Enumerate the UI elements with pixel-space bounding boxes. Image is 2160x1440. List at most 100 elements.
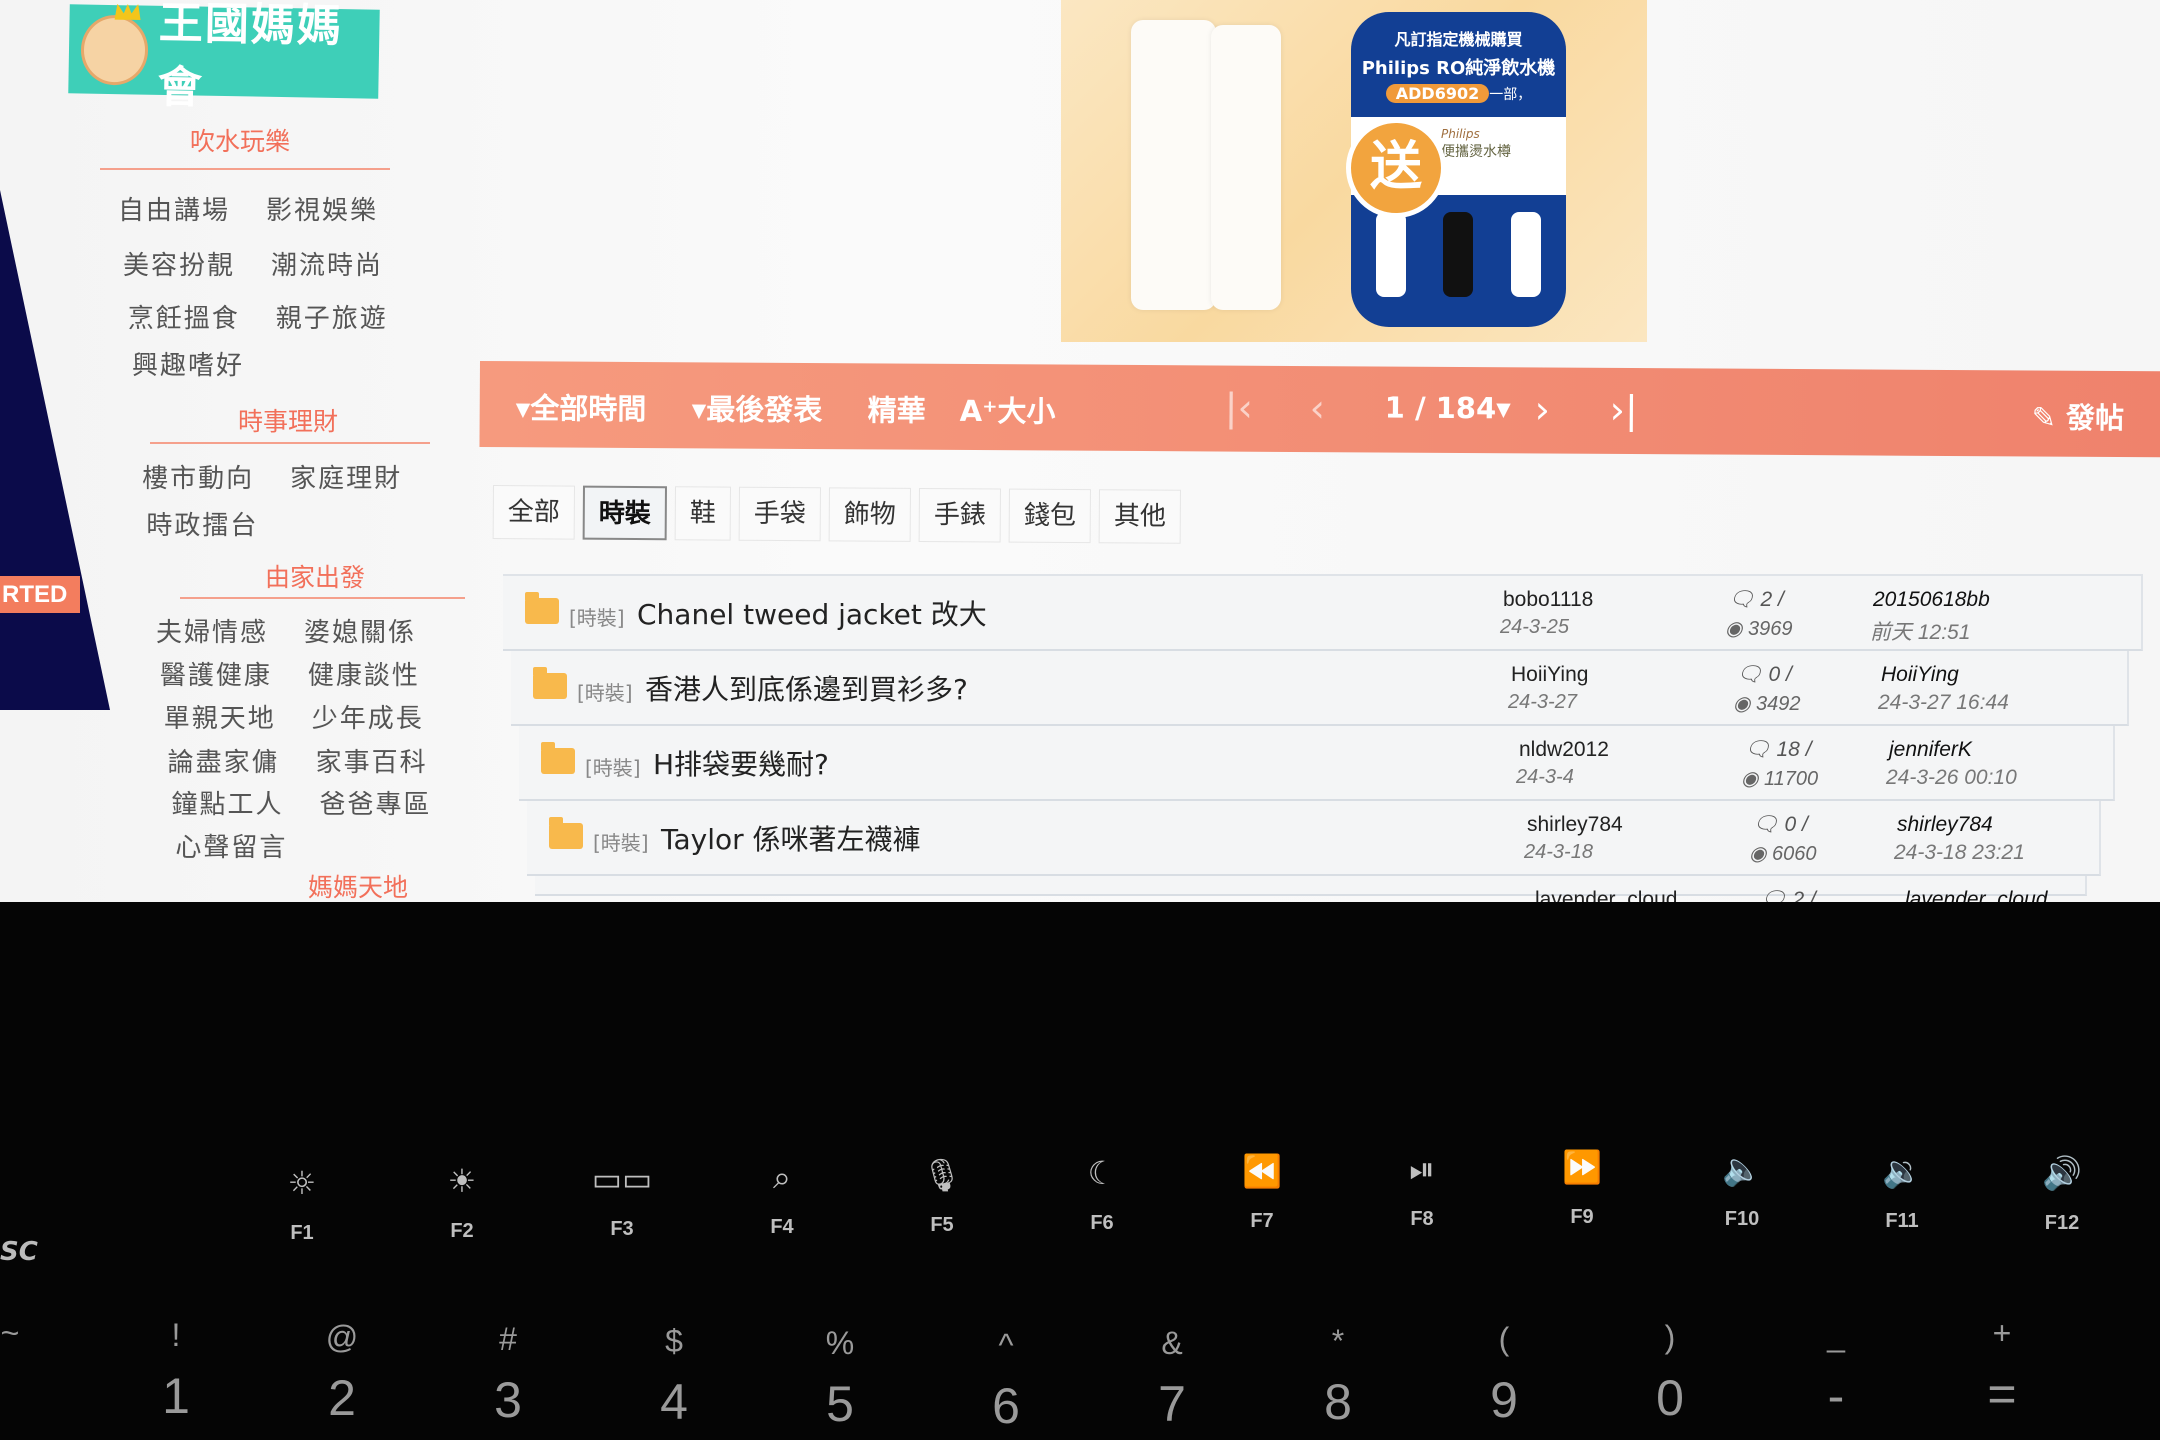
key-8[interactable]: * 8: [1303, 1323, 1373, 1431]
sidebar-item[interactable]: 家事百科: [316, 742, 428, 779]
last-reply-user[interactable]: jenniferK: [1889, 738, 1972, 762]
key-shift-symbol: (: [1498, 1321, 1510, 1357]
get-started-badge[interactable]: RTED: [0, 576, 80, 613]
key-5[interactable]: % 5: [805, 1325, 875, 1433]
last-reply-user[interactable]: HoiiYing: [1881, 663, 1959, 687]
key-f11[interactable]: 🔉 F11: [1862, 1152, 1942, 1233]
thread-author[interactable]: shirley784: [1527, 813, 1623, 837]
key-f4[interactable]: ⌕ F4: [742, 1158, 822, 1239]
tab-2[interactable]: 時裝: [582, 485, 668, 541]
sidebar-item[interactable]: 少年成長: [312, 698, 424, 735]
folder-icon: [533, 667, 567, 699]
sidebar-item[interactable]: 親子旅遊: [276, 298, 388, 335]
key-f7[interactable]: ⏪ F7: [1222, 1152, 1302, 1233]
thread-title[interactable]: H排袋要幾耐?: [653, 743, 829, 783]
sidebar-item[interactable]: 醫護健康: [160, 655, 272, 692]
tab-3[interactable]: 鞋: [674, 486, 732, 541]
thread-row[interactable]: lavender_cloud lavender_cloud 🗨 2 /: [535, 876, 2087, 902]
key-9[interactable]: (9: [1469, 1321, 1539, 1429]
tab-7[interactable]: 錢包: [1008, 488, 1092, 544]
sidebar-item[interactable]: 婆媳關係: [304, 612, 416, 649]
sidebar-item[interactable]: 樓市動向: [142, 458, 254, 495]
sort-dropdown[interactable]: ▾最後發表: [692, 386, 823, 429]
promo-banner[interactable]: 凡訂指定機械購買 Philips RO純淨飲水機 ADD6902 一部， Phil…: [1061, 0, 1647, 342]
featured-button[interactable]: 精華: [868, 387, 926, 429]
thread-row[interactable]: [時裝] H排袋要幾耐? nldw2012 24-3-4 jenniferK 24-3-2…: [519, 726, 2115, 801]
last-reply-user[interactable]: 20150618bb: [1873, 588, 1990, 612]
tab-4[interactable]: 手袋: [738, 486, 822, 542]
mission-control-icon: ▭▭: [591, 1160, 653, 1198]
site-logo[interactable]: 王國媽媽會: [68, 0, 380, 113]
thread-title[interactable]: Chanel tweed jacket 改大: [637, 593, 987, 633]
thread-author[interactable]: bobo1118: [1503, 588, 1593, 612]
thread-title[interactable]: 香港人到底係邊到買衫多?: [645, 668, 968, 708]
thread-row[interactable]: [時裝] 香港人到底係邊到買衫多? HoiiYing 24-3-27 HoiiYing 2…: [511, 651, 2129, 726]
key-f6[interactable]: ☾ F6: [1062, 1154, 1142, 1235]
key-7[interactable]: & 7: [1137, 1325, 1207, 1433]
sidebar-section-title[interactable]: 時事理財: [148, 402, 428, 438]
sidebar-item[interactable]: 興趣嗜好: [132, 345, 244, 382]
key-f8[interactable]: ⏯ F8: [1382, 1150, 1462, 1231]
sidebar-item[interactable]: 美容扮靚: [123, 245, 235, 282]
key-f12[interactable]: 🔊 F12: [2022, 1154, 2102, 1235]
sidebar-item[interactable]: 單親天地: [164, 698, 276, 735]
sidebar-item[interactable]: 影視娛樂: [266, 190, 378, 227]
sidebar-item[interactable]: 鐘點工人: [171, 784, 283, 821]
thread-author[interactable]: nldw2012: [1519, 738, 1609, 762]
thread-author[interactable]: HoiiYing: [1511, 663, 1588, 687]
sidebar-item[interactable]: 健康談性: [308, 655, 420, 692]
sidebar-item[interactable]: 爸爸專區: [319, 784, 431, 821]
sidebar-item[interactable]: 時政擂台: [146, 505, 258, 542]
page-selector[interactable]: 1 / 184▾: [1385, 391, 1511, 426]
new-post-button[interactable]: ✎ 發帖: [2032, 394, 2125, 437]
key-tilde[interactable]: ~: [0, 1315, 45, 1365]
last-reply-user[interactable]: lavender_cloud: [1905, 888, 2047, 902]
eye-icon: ◉: [1733, 693, 1757, 715]
first-page-icon[interactable]: |‹: [1225, 386, 1253, 430]
esc-key[interactable]: SC: [0, 1237, 38, 1267]
key-1[interactable]: ! 1: [141, 1317, 211, 1425]
key-6[interactable]: ^ 6: [971, 1327, 1041, 1435]
sidebar-section-title[interactable]: 媽媽天地: [218, 868, 498, 902]
key-=[interactable]: + =: [1967, 1315, 2037, 1423]
thread-title[interactable]: Taylor 係咪著左襪褲: [661, 818, 921, 858]
sidebar-item[interactable]: 心聲留言: [175, 827, 287, 864]
key-3[interactable]: #3: [473, 1321, 543, 1429]
sidebar-item[interactable]: 家庭理財: [290, 458, 402, 495]
sidebar-item[interactable]: 自由講場: [118, 190, 230, 227]
tab-5[interactable]: 飾物: [828, 487, 912, 542]
sidebar-section-title[interactable]: 由家出發: [175, 558, 455, 594]
reply-count: 🗨 0 /: [1752, 813, 1808, 837]
key-f5[interactable]: 🎙 F5: [902, 1156, 982, 1237]
browser-screen: RTED 王國媽媽會 吹水玩樂自由講場 影視娛樂 美容扮靚 潮流時尚 烹飪搵食 親子旅遊興…: [0, 0, 2160, 902]
fkey-label: F9: [1570, 1206, 1594, 1228]
tab-1[interactable]: 全部: [492, 485, 576, 540]
key-4[interactable]: $4: [639, 1323, 709, 1431]
key-f10[interactable]: 🔈 F10: [1702, 1150, 1782, 1231]
key-0[interactable]: ) 0: [1635, 1319, 1705, 1427]
sidebar-item[interactable]: 論盡家傭: [168, 742, 280, 779]
key-f2[interactable]: ☀ F2: [422, 1162, 502, 1243]
font-size-button[interactable]: A⁺大小: [960, 388, 1056, 431]
prev-page-icon[interactable]: ‹: [1310, 386, 1325, 430]
next-page-icon[interactable]: ›: [1535, 387, 1550, 431]
thread-row[interactable]: [時裝] Chanel tweed jacket 改大 bobo1118 24-3-2…: [503, 576, 2143, 651]
sidebar-item[interactable]: 烹飪搵食: [128, 298, 240, 335]
tab-6[interactable]: 手錶: [918, 487, 1002, 543]
key-number: 5: [826, 1376, 854, 1432]
time-filter-dropdown[interactable]: ▾全部時間: [516, 385, 647, 428]
thread-row[interactable]: [時裝] Taylor 係咪著左襪褲 shirley784 24-3-18 shirle…: [527, 801, 2101, 876]
last-reply-user[interactable]: shirley784: [1897, 813, 1993, 837]
tab-8[interactable]: 其他: [1098, 489, 1182, 544]
key-f9[interactable]: ⏩ F9: [1542, 1148, 1622, 1229]
sidebar-section-title[interactable]: 吹水玩樂: [100, 122, 380, 158]
key-2[interactable]: @2: [307, 1319, 377, 1427]
sidebar-item[interactable]: 潮流時尚: [271, 245, 383, 282]
key-f3[interactable]: ▭▭ F3: [582, 1160, 662, 1241]
last-page-icon[interactable]: ›|: [1610, 388, 1638, 432]
thread-author[interactable]: lavender_cloud: [1535, 888, 1677, 902]
sidebar-item[interactable]: 夫婦情感: [156, 612, 268, 649]
key-number: 7: [1158, 1376, 1186, 1432]
key--[interactable]: _ -: [1801, 1317, 1871, 1425]
key-f1[interactable]: ☼ F1: [262, 1164, 342, 1245]
